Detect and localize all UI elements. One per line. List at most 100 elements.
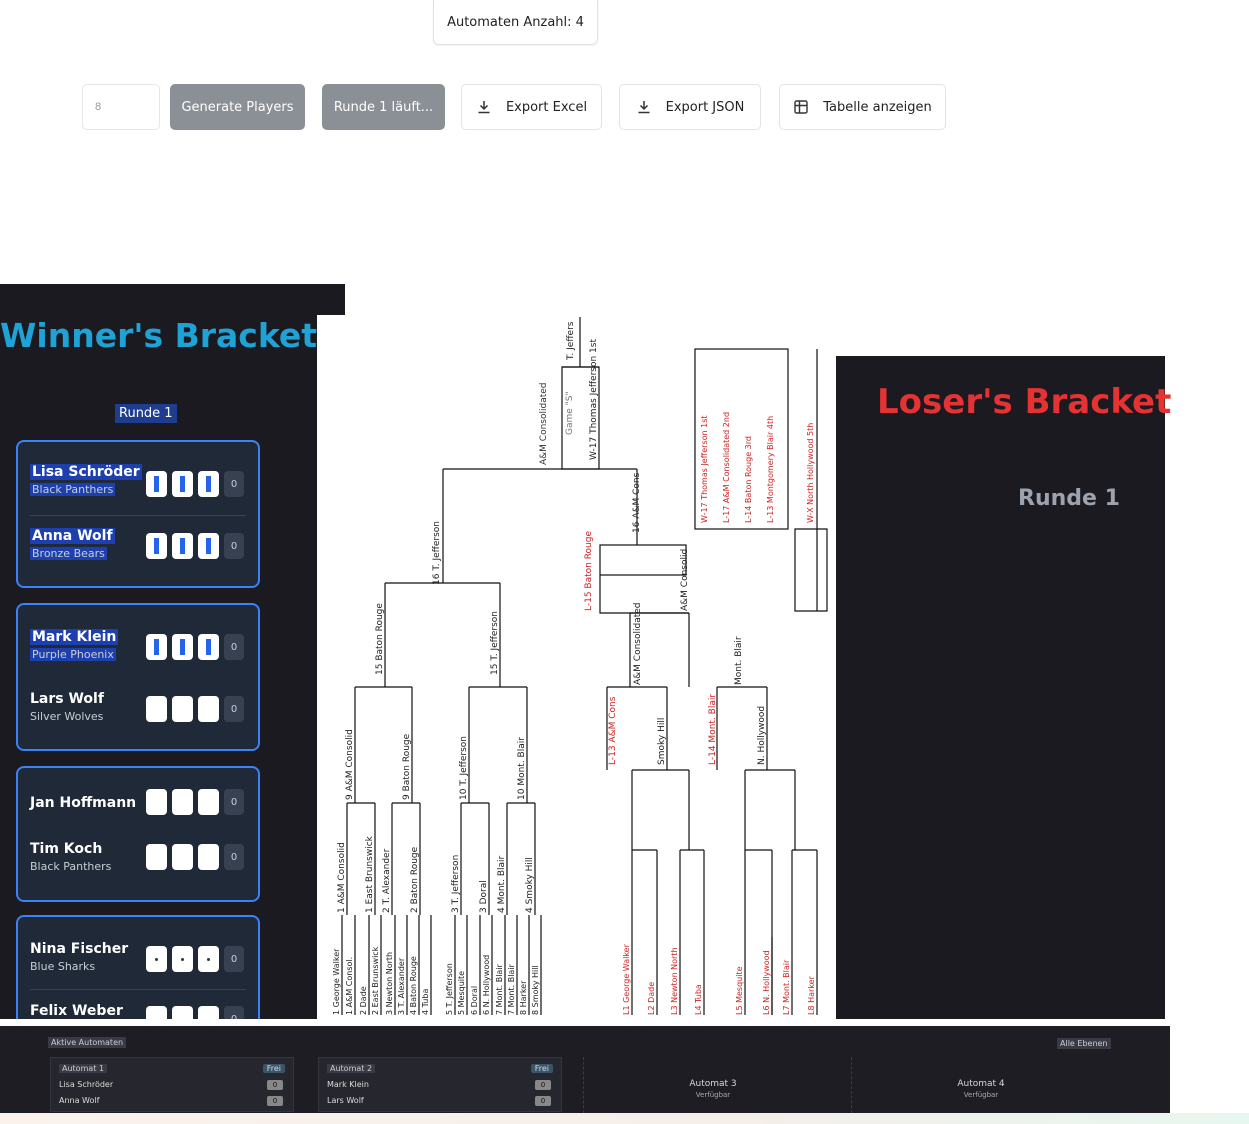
generate-players-button[interactable]: Generate Players — [170, 84, 305, 130]
round-running-button[interactable]: Runde 1 läuft... — [322, 84, 445, 130]
lb-r1-7: L7 Mont. Blair — [782, 959, 791, 1015]
match-card[interactable]: Nina Fischer Blue Sharks 0 Felix Weber 0 — [16, 915, 260, 1025]
generate-players-label: Generate Players — [181, 99, 294, 115]
score-box[interactable] — [146, 696, 167, 722]
r1-14: 7 Mont. Blair — [507, 963, 516, 1015]
score-box[interactable] — [172, 533, 193, 559]
score-inputs: 0 — [146, 471, 244, 497]
machine-card-empty[interactable]: Automat 3 Verfügbar — [583, 1057, 842, 1113]
score-box[interactable] — [146, 471, 167, 497]
score-box[interactable] — [172, 471, 193, 497]
player-team: Blue Sharks — [30, 960, 96, 973]
score-total: 0 — [224, 634, 244, 660]
r1-16: 8 Smoky Hill — [531, 965, 540, 1015]
machine-card[interactable]: Automat 2 Frei Mark Klein 0 Lars Wolf 0 — [318, 1057, 562, 1112]
score-total: 0 — [224, 844, 244, 870]
player-team: Black Panthers — [30, 860, 112, 873]
score-box[interactable] — [172, 946, 193, 972]
score-box[interactable] — [198, 533, 219, 559]
score-box[interactable] — [172, 634, 193, 660]
player-entry: Lisa Schröder Black Panthers — [30, 464, 142, 496]
r2-a: 1 A&M Consolid — [337, 842, 347, 913]
score-box[interactable] — [146, 789, 167, 815]
score-inputs: 0 — [146, 533, 244, 559]
player-team: Black Panthers — [30, 483, 116, 496]
export-excel-button[interactable]: Export Excel — [461, 84, 602, 130]
champion-label: T. Jeffers — [566, 321, 576, 361]
score-box[interactable] — [146, 533, 167, 559]
score-box[interactable] — [172, 696, 193, 722]
match-divider — [30, 989, 246, 990]
machine-status: Frei — [530, 1064, 553, 1073]
score-box[interactable] — [146, 946, 167, 972]
semi-b: 15 T. Jefferson — [490, 611, 500, 675]
match-divider — [30, 515, 246, 516]
score-box[interactable] — [198, 696, 219, 722]
score-box[interactable] — [198, 946, 219, 972]
r1-6: 3 T. Alexander — [397, 957, 406, 1015]
r2-g: 4 Mont. Blair — [497, 855, 507, 913]
r1-4: 2 East Brunswick — [371, 946, 380, 1015]
machine-card[interactable]: Automat 1 Frei Lisa Schröder 0 Anna Wolf… — [50, 1057, 294, 1112]
lb-label-6: A&M Consolid — [680, 549, 690, 611]
show-table-label: Tabelle anzeigen — [823, 99, 932, 115]
r2-b: 1 East Brunswick — [365, 835, 375, 913]
score-box[interactable] — [172, 844, 193, 870]
show-table-button[interactable]: Tabelle anzeigen — [779, 84, 946, 130]
r1-11: 6 Doral — [470, 986, 479, 1015]
r3-d: 10 Mont. Blair — [517, 737, 527, 800]
score-total: 0 — [224, 789, 244, 815]
score-box[interactable] — [198, 471, 219, 497]
score-box[interactable] — [198, 789, 219, 815]
losers-round-label: Runde 1 — [1018, 486, 1120, 511]
score-box[interactable] — [198, 634, 219, 660]
lb-r1-4: L4 Tuba — [694, 984, 703, 1015]
final-game-label: Game "S" — [565, 391, 575, 435]
machine-status: Verfügbar — [695, 1091, 731, 1099]
machine-card-empty[interactable]: Automat 4 Verfügbar — [851, 1057, 1110, 1113]
machine-name: Automat 4 — [957, 1079, 1005, 1089]
machine-score: 0 — [535, 1080, 551, 1090]
score-total: 0 — [224, 533, 244, 559]
lb-label-3: L-14 Mont. Blair — [708, 694, 718, 765]
match-card[interactable]: Jan Hoffmann 0 Tim Koch Black Panthers 0 — [16, 766, 260, 902]
machine-player: Anna Wolf — [59, 1096, 100, 1105]
score-inputs: 0 — [146, 696, 244, 722]
all-levels-toggle[interactable]: Alle Ebenen — [1057, 1038, 1111, 1049]
result-3: L-14 Baton Rouge 3rd — [744, 436, 753, 523]
download-icon — [638, 101, 650, 114]
player-name: Jan Hoffmann — [30, 795, 137, 811]
score-box[interactable] — [146, 634, 167, 660]
player-entry: Felix Weber — [30, 1003, 123, 1019]
player-entry: Jan Hoffmann — [30, 795, 136, 811]
result-5: W-X North Hollywood 5th — [806, 423, 815, 523]
score-box[interactable] — [146, 844, 167, 870]
player-name: Lars Wolf — [30, 691, 104, 707]
score-inputs: 0 — [146, 634, 244, 660]
match-card[interactable]: Lisa Schröder Black Panthers 0 Anna Wolf… — [16, 440, 260, 588]
match-card[interactable]: Mark Klein Purple Phoenix 0 Lars Wolf Si… — [16, 603, 260, 751]
score-box[interactable] — [198, 844, 219, 870]
player-entry: Lars Wolf Silver Wolves — [30, 691, 104, 723]
score-box[interactable] — [172, 789, 193, 815]
export-json-button[interactable]: Export JSON — [619, 84, 761, 130]
active-machines-tab[interactable]: Aktive Automaten — [48, 1037, 127, 1048]
player-entry: Mark Klein Purple Phoenix — [30, 629, 119, 661]
footer-bar — [0, 1113, 1249, 1124]
score-inputs: 0 — [146, 946, 244, 972]
winners-round-label: Runde 1 — [115, 404, 177, 423]
player-team: Bronze Bears — [30, 547, 107, 560]
player-name: Nina Fischer — [30, 941, 129, 957]
lb-label-7: Mont. Blair — [734, 636, 744, 685]
player-count-input[interactable] — [82, 84, 160, 130]
player-team: Purple Phoenix — [30, 648, 116, 661]
download-icon — [478, 101, 490, 114]
lb-label-5: L-15 Baton Rouge — [584, 531, 594, 611]
r3-a: 9 A&M Consolid — [345, 729, 355, 800]
r1-8: 4 Tuba — [421, 989, 430, 1015]
machine-score: 0 — [535, 1096, 551, 1106]
lb-label-0: A&M Consolidated — [633, 603, 643, 686]
lb-r1-1: L1 George Walker — [622, 943, 631, 1015]
player-name: Anna Wolf — [30, 528, 115, 544]
r2-c: 2 T. Alexander — [382, 848, 392, 913]
